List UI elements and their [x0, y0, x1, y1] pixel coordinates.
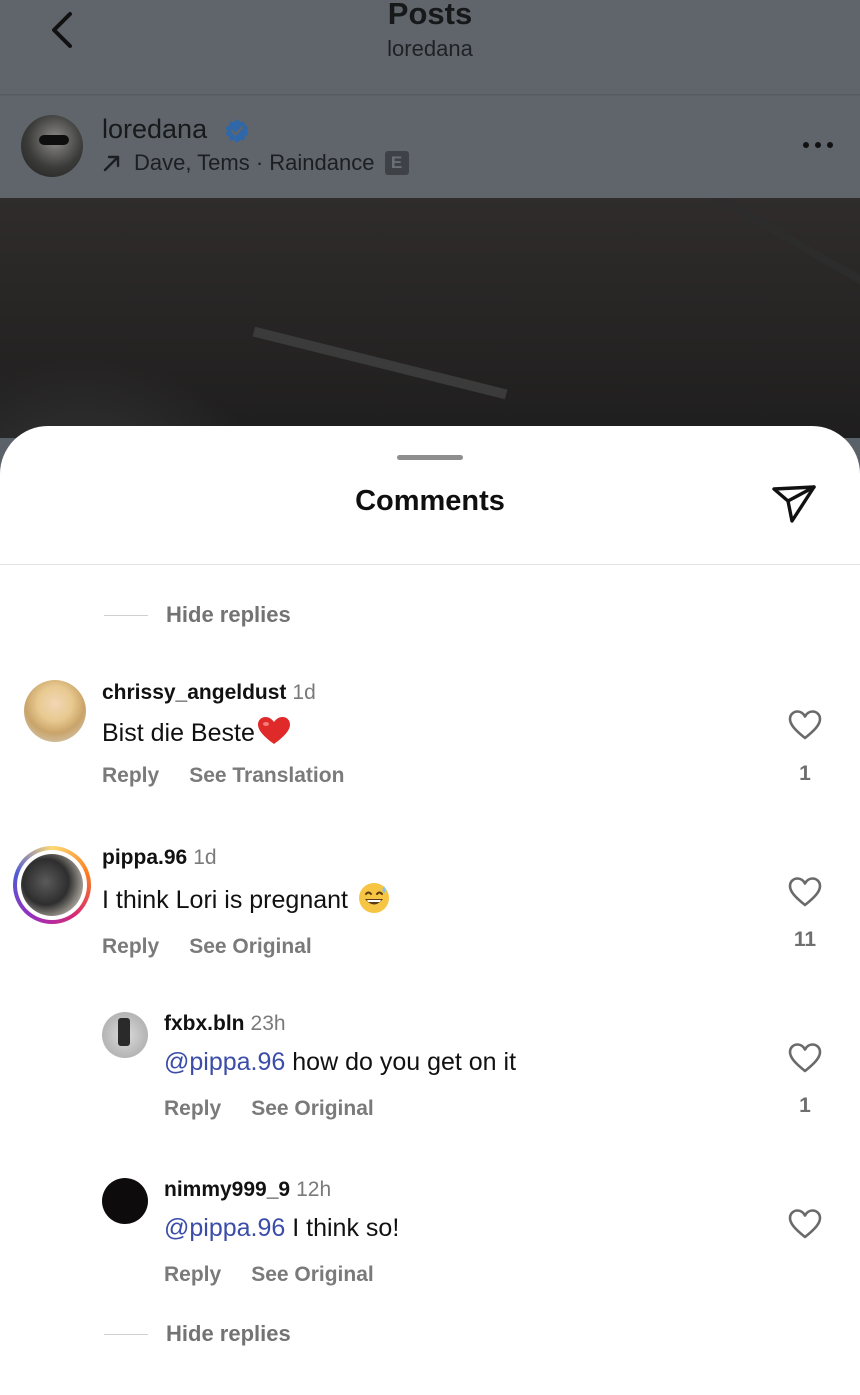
avatar-figure — [118, 1018, 130, 1046]
reply-button[interactable]: Reply — [102, 935, 159, 958]
like-count: 11 — [793, 928, 817, 951]
comment-time: 12h — [296, 1178, 332, 1201]
comment-text: I think Lori is pregnant — [102, 882, 390, 915]
comment-username[interactable]: chrissy_angeldust — [102, 681, 286, 704]
avatar — [21, 854, 83, 916]
comment-body: I think so! — [292, 1214, 400, 1242]
reply-button[interactable]: Reply — [164, 1263, 221, 1286]
comment-actions: Reply See Original — [102, 935, 312, 959]
post-header: loredana Dave, Tems · Raindance E — [0, 96, 860, 198]
heart-outline-icon[interactable] — [788, 1208, 822, 1240]
comment-body: I think Lori is pregnant — [102, 886, 348, 914]
paper-plane-icon[interactable] — [770, 481, 818, 525]
comment-actions: Reply See Original — [164, 1097, 374, 1121]
comment-text: @pippa.96 how do you get on it — [164, 1048, 516, 1077]
comment-text: Bist die Beste — [102, 716, 291, 748]
see-original-button[interactable]: See Original — [251, 1263, 374, 1286]
divider — [104, 614, 148, 616]
comment-username[interactable]: fxbx.bln — [164, 1012, 245, 1035]
see-original-button[interactable]: See Original — [251, 1097, 374, 1120]
grinning-sweat-emoji-icon — [358, 883, 389, 913]
author-username[interactable]: loredana — [102, 114, 207, 145]
comment-user-line: fxbx.bln 23h — [164, 1012, 286, 1036]
divider — [0, 564, 860, 565]
explicit-badge: E — [384, 151, 409, 175]
post-image — [0, 198, 860, 438]
comment-username[interactable]: pippa.96 — [102, 846, 187, 869]
comment-username[interactable]: nimmy999_9 — [164, 1178, 290, 1201]
hide-replies-label: Hide replies — [166, 602, 291, 627]
comment-actions: Reply See Translation — [102, 764, 344, 788]
image-detail — [654, 198, 860, 286]
hide-replies-label: Hide replies — [166, 1321, 291, 1346]
see-original-button[interactable]: See Original — [189, 935, 312, 958]
like-count: 1 — [799, 762, 811, 785]
comment-body: how do you get on it — [292, 1048, 517, 1076]
ellipsis-icon[interactable] — [802, 140, 834, 150]
top-bar: Posts loredana — [0, 0, 860, 95]
comment-time: 23h — [250, 1012, 286, 1035]
see-translation-button[interactable]: See Translation — [189, 764, 344, 787]
page-title: Posts — [387, 0, 473, 31]
reply-button[interactable]: Reply — [164, 1097, 221, 1120]
sheet-title: Comments — [355, 485, 505, 517]
heart-outline-icon[interactable] — [788, 709, 822, 741]
music-attribution[interactable]: Dave, Tems · Raindance E — [102, 150, 409, 176]
comments-sheet: Comments Hide replies chrissy_angeldust 1… — [0, 426, 860, 1395]
mention-link[interactable]: @pippa.96 — [164, 1048, 285, 1076]
hide-replies-button[interactable]: Hide replies — [104, 1321, 291, 1347]
verified-badge-icon — [225, 119, 249, 143]
heart-outline-icon[interactable] — [788, 1042, 822, 1074]
avatar[interactable] — [102, 1012, 148, 1058]
mention-link[interactable]: @pippa.96 — [164, 1214, 285, 1242]
sheet-grabber[interactable] — [397, 455, 463, 460]
comment-text: @pippa.96 I think so! — [164, 1214, 399, 1243]
comment-body: Bist die Beste — [102, 719, 255, 747]
story-ring-avatar[interactable] — [13, 846, 91, 924]
avatar[interactable] — [24, 680, 86, 742]
music-label: Dave, Tems · Raindance — [134, 150, 375, 175]
like-count: 1 — [799, 1094, 811, 1117]
comment-user-line: pippa.96 1d — [102, 846, 217, 870]
hide-replies-button[interactable]: Hide replies — [104, 602, 291, 628]
page-subtitle: loredana — [387, 36, 473, 61]
reply-button[interactable]: Reply — [102, 764, 159, 787]
red-heart-emoji-icon — [257, 717, 290, 744]
comment-user-line: nimmy999_9 12h — [164, 1178, 331, 1202]
divider — [104, 1333, 148, 1335]
image-detail — [252, 326, 508, 400]
avatar[interactable] — [102, 1178, 148, 1224]
comment-time: 1d — [292, 681, 316, 704]
heart-outline-icon[interactable] — [788, 876, 822, 908]
comment-actions: Reply See Original — [164, 1263, 374, 1287]
arrow-up-right-icon — [103, 155, 120, 172]
author-avatar[interactable] — [21, 115, 83, 177]
comment-user-line: chrissy_angeldust 1d — [102, 681, 316, 705]
comment-time: 1d — [193, 846, 217, 869]
